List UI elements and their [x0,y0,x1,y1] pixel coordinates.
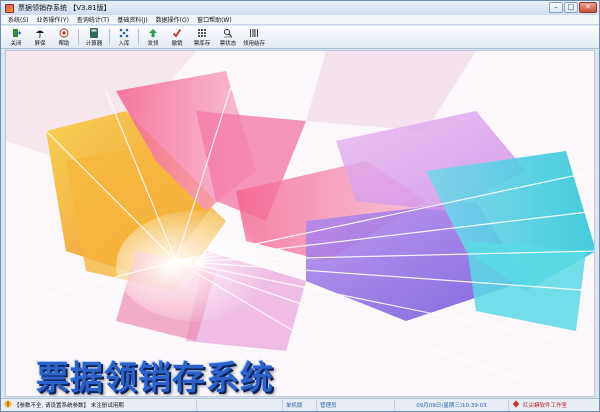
ticket-stock-button[interactable]: 票库存 [189,26,215,48]
status-warning-text: 【参数不全, 请设置系统参数】 未注册试用期 [14,403,124,409]
calculator-icon [89,27,99,38]
calculator-button[interactable]: 计算器 [81,26,107,48]
menu-data-ops[interactable]: 数据操作(O) [152,15,193,24]
help-button[interactable]: 帮助 [52,26,76,48]
toolbar-label: 票状态 [219,40,237,47]
ticket-stock-icon [197,28,207,38]
toolbar-label: 撤销 [171,40,183,47]
screensaver-button[interactable]: 屏保 [28,26,52,48]
umbrella-icon [35,28,45,38]
stock-in-icon [119,28,129,38]
warning-icon [4,400,12,410]
app-banner-title: 票据领销存系统 [36,358,274,397]
minimize-button[interactable]: – [549,2,563,13]
balance-button[interactable]: 领用结存 [241,26,267,48]
ticket-status-icon [223,28,233,38]
toolbar-label: 计算器 [85,40,103,47]
app-logo-icon [5,3,14,13]
main-workspace: 票据领销存系统 [5,50,595,397]
company-logo-icon [512,400,520,410]
ticket-status-button[interactable]: 票状态 [215,26,241,48]
menu-window-help[interactable]: 窗口帮助(W) [193,15,236,24]
issue-button[interactable]: 发领 [141,26,165,48]
window-title: 票据领销存系统 【V3.81版】 [18,4,111,12]
status-warning: 【参数不全, 请设置系统参数】 未注册试用期 [1,399,197,411]
toolbar-separator [78,29,79,45]
status-clock: 09月09日(星期三)10:39:03 [395,399,509,411]
close-tool-button[interactable]: 关闭 [4,26,28,48]
toolbar-label: 屏保 [34,40,46,47]
status-company-text: 红尖蟒软件工作室 [523,403,568,409]
status-edition: 单机版 [283,399,317,411]
toolbar-label: 发领 [147,40,159,47]
exit-door-icon [11,28,21,38]
help-icon [59,28,69,38]
close-button[interactable]: ✕ [579,2,597,13]
toolbar-label: 票库存 [193,40,211,47]
toolbar-label: 入库 [118,40,130,47]
menu-basic-data[interactable]: 基础资料(J) [113,15,151,24]
toolbar-separator [138,29,139,45]
maximize-button[interactable]: □ [564,2,578,13]
status-company: 红尖蟒软件工作室 [509,400,599,411]
menu-business[interactable]: 业务操作(Y) [33,15,73,24]
toolbar-label: 领用结存 [242,40,265,47]
title-bar[interactable]: 票据领销存系统 【V3.81版】 – □ ✕ [1,1,599,15]
undo-button[interactable]: 撤销 [165,26,189,48]
menu-bar: 系统(S) 业务操作(Y) 查询统计(T) 基础资料(J) 数据操作(O) 窗口… [1,15,599,25]
issue-arrow-icon [148,28,158,38]
status-bar: 【参数不全, 请设置系统参数】 未注册试用期 单机版 管理员 09月09日(星期… [1,398,599,411]
balance-barcode-icon [249,28,259,38]
undo-check-icon [172,28,182,38]
background-art [6,51,594,396]
toolbar-label: 帮助 [58,40,70,47]
app-window: 票据领销存系统 【V3.81版】 – □ ✕ 系统(S) 业务操作(Y) 查询统… [0,0,600,412]
toolbar: 关闭 屏保 帮助 计算器 入库 发领 撤销 票库存 票状态 领用结存 [1,26,599,49]
status-user: 管理员 [317,399,395,411]
toolbar-label: 关闭 [10,40,22,47]
window-controls: – □ ✕ [549,2,597,13]
toolbar-separator [109,29,110,45]
stock-in-button[interactable]: 入库 [112,26,136,48]
menu-query[interactable]: 查询统计(T) [73,15,113,24]
menu-system[interactable]: 系统(S) [4,15,33,24]
status-empty-cell [197,399,283,411]
